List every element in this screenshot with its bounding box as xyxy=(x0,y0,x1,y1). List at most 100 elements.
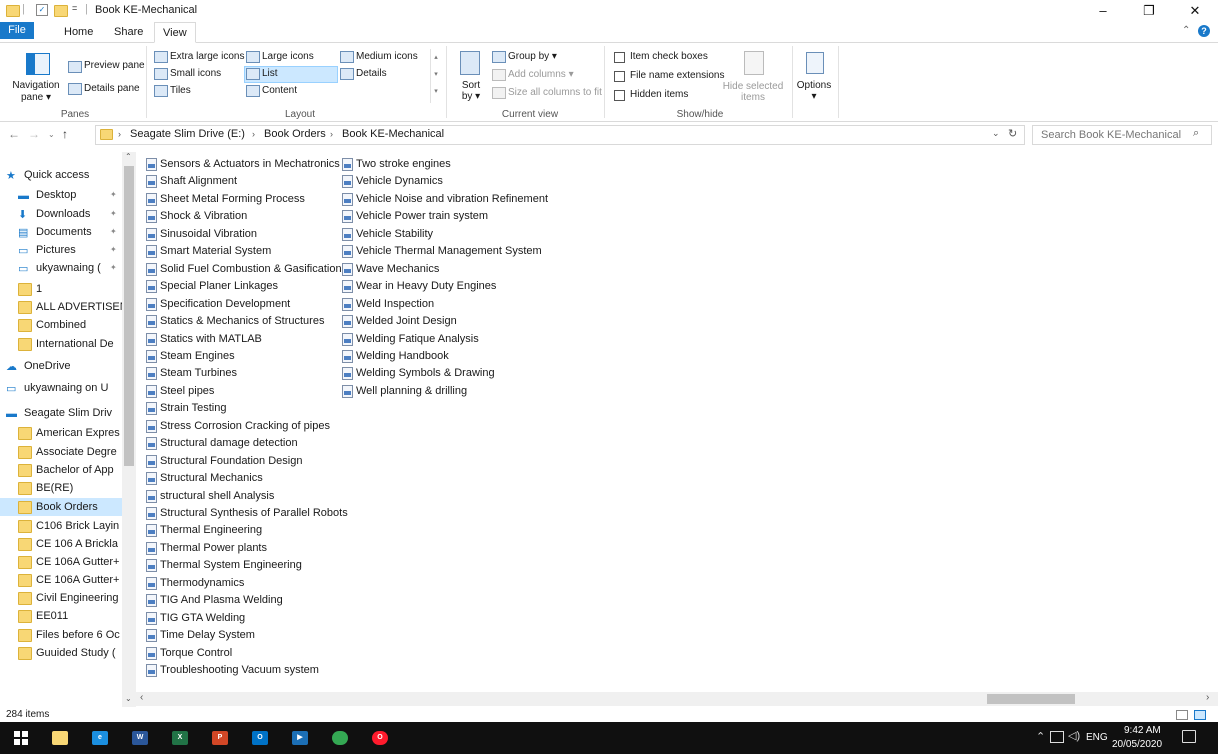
nav-item[interactable]: Bachelor of App xyxy=(0,461,122,479)
details-option[interactable]: Details xyxy=(356,68,387,79)
sort-by-button[interactable]: Sort by ▾ xyxy=(454,80,488,102)
breadcrumb-item[interactable]: Seagate Slim Drive (E:) xyxy=(130,128,245,140)
list-option[interactable]: List xyxy=(262,68,278,79)
address-dropdown-icon[interactable]: ⌄ xyxy=(992,128,1000,139)
nav-item[interactable]: ▭ ukyawnaing on U xyxy=(0,379,122,397)
start-button[interactable] xyxy=(14,731,28,745)
new-folder-icon[interactable] xyxy=(54,5,68,17)
forward-button[interactable]: → xyxy=(28,127,40,141)
volume-icon[interactable]: ◁) xyxy=(1068,729,1080,742)
small-icons-option[interactable]: Small icons xyxy=(170,68,221,79)
tab-view[interactable]: View xyxy=(154,22,196,43)
large-icons-option[interactable]: Large icons xyxy=(262,51,314,62)
media-player-icon[interactable]: ▶ xyxy=(292,731,308,745)
properties-icon[interactable]: ✓ xyxy=(36,4,48,16)
back-button[interactable]: ← xyxy=(8,127,20,141)
nav-item[interactable]: Civil Engineering xyxy=(0,589,122,607)
nav-item[interactable]: ▬ Seagate Slim Driv xyxy=(0,404,122,422)
nav-item[interactable]: BE(RE) xyxy=(0,479,122,497)
tab-file[interactable]: File xyxy=(0,22,34,39)
preview-pane-button[interactable]: Preview pane xyxy=(84,60,145,71)
options-button[interactable]: Options ▾ xyxy=(794,80,834,102)
recent-locations-button[interactable]: ⌄ xyxy=(48,130,55,139)
excel-icon[interactable]: X xyxy=(172,731,188,745)
add-columns-button[interactable]: Add columns ▾ xyxy=(508,69,574,80)
scrollbar-thumb[interactable] xyxy=(124,166,134,466)
preview-pane-icon xyxy=(68,61,82,73)
hide-selected-items-button[interactable]: Hide selected items xyxy=(720,81,786,103)
scroll-down-icon[interactable]: ⌄ xyxy=(125,694,132,703)
breadcrumb-item[interactable]: Book Orders xyxy=(264,128,326,140)
search-box[interactable]: Search Book KE-Mechanical ⌕ xyxy=(1032,125,1212,145)
nav-item[interactable]: Files before 6 Oc xyxy=(0,626,122,644)
nav-item[interactable]: American Expres xyxy=(0,424,122,442)
network-icon[interactable] xyxy=(1050,731,1064,743)
nav-item[interactable]: EE011 xyxy=(0,607,122,625)
extra-large-icons-option[interactable]: Extra large icons xyxy=(170,51,244,62)
collapse-ribbon-icon[interactable]: ⌃ xyxy=(1182,25,1190,36)
maximize-button[interactable]: ❐ xyxy=(1126,0,1172,22)
word-icon[interactable]: W xyxy=(132,731,148,745)
navigation-pane-button[interactable]: Navigation pane ▾ xyxy=(4,80,68,104)
nav-item[interactable]: 1 xyxy=(0,280,122,298)
address-bar[interactable]: › Seagate Slim Drive (E:) › Book Orders … xyxy=(95,125,1025,145)
nav-item[interactable]: CE 106 A Brickla xyxy=(0,535,122,553)
nav-item[interactable]: Combined xyxy=(0,316,122,334)
refresh-icon[interactable]: ↻ xyxy=(1008,127,1017,140)
scrollbar-thumb[interactable] xyxy=(987,694,1075,704)
layout-scroll-buttons[interactable]: ▴ ▾ ▾ xyxy=(430,49,441,103)
file-explorer-icon[interactable] xyxy=(52,731,68,745)
minimize-button[interactable]: – xyxy=(1080,0,1126,22)
scroll-up-icon[interactable]: ⌃ xyxy=(125,152,132,161)
file-list-horizontal-scrollbar[interactable]: ‹ › xyxy=(136,692,1218,706)
hidden-items-checkbox[interactable] xyxy=(614,90,625,101)
group-by-button[interactable]: Group by ▾ xyxy=(508,51,557,62)
search-icon[interactable]: ⌕ xyxy=(1193,127,1199,140)
nav-item[interactable]: CE 106A Gutter+ xyxy=(0,553,122,571)
clock-time[interactable]: 9:42 AM xyxy=(1124,725,1161,736)
nav-item[interactable]: ★ Quick access xyxy=(0,166,122,184)
nav-item[interactable]: ALL ADVERTISEN xyxy=(0,298,122,316)
chrome-icon[interactable] xyxy=(332,731,348,745)
details-view-icon[interactable] xyxy=(1176,710,1188,720)
tab-home[interactable]: Home xyxy=(56,22,101,42)
show-hidden-icons[interactable]: ⌃ xyxy=(1036,730,1045,743)
nav-item[interactable]: ▤ Documents ✦ xyxy=(0,223,122,241)
large-icons-view-icon[interactable] xyxy=(1194,710,1206,720)
up-button[interactable]: ↑ xyxy=(62,127,68,141)
action-center-icon[interactable] xyxy=(1182,730,1196,743)
nav-item[interactable]: Associate Degre xyxy=(0,443,122,461)
nav-item[interactable]: Book Orders xyxy=(0,498,122,516)
help-icon[interactable]: ? xyxy=(1198,25,1210,37)
nav-item[interactable]: Guuided Study ( xyxy=(0,644,122,662)
search-input[interactable]: Search Book KE-Mechanical xyxy=(1041,129,1181,141)
size-all-columns-button[interactable]: Size all columns to fit xyxy=(508,87,602,98)
navigation-pane-scrollbar[interactable]: ⌃ ⌄ xyxy=(122,152,136,707)
nav-item[interactable]: ▭ ukyawnaing (✦ xyxy=(0,259,122,277)
item-check-boxes-checkbox[interactable] xyxy=(614,52,625,63)
tab-share[interactable]: Share xyxy=(106,22,151,42)
nav-item[interactable]: C106 Brick Layin xyxy=(0,517,122,535)
file-name-extensions-checkbox[interactable] xyxy=(614,71,625,82)
nav-item[interactable]: International De xyxy=(0,335,122,353)
breadcrumb-item[interactable]: Book KE-Mechanical xyxy=(342,128,444,140)
nav-item[interactable]: ▬ Desktop ✦ xyxy=(0,186,122,204)
language-indicator[interactable]: ENG xyxy=(1086,732,1108,743)
scroll-left-icon[interactable]: ‹ xyxy=(140,692,143,703)
nav-item[interactable]: ☁ OneDrive xyxy=(0,357,122,375)
nav-item[interactable]: CE 106A Gutter+ xyxy=(0,571,122,589)
content-option[interactable]: Content xyxy=(262,85,297,96)
tiles-option[interactable]: Tiles xyxy=(170,85,191,96)
nav-item[interactable]: ⬇ Downloads ✦ xyxy=(0,205,122,223)
clock-date[interactable]: 20/05/2020 xyxy=(1112,739,1162,750)
medium-icons-option[interactable]: Medium icons xyxy=(356,51,418,62)
opera-icon[interactable]: O xyxy=(372,731,388,745)
close-button[interactable]: ✕ xyxy=(1172,0,1218,22)
details-pane-button[interactable]: Details pane xyxy=(84,83,140,94)
quick-access-dropdown-icon[interactable]: = xyxy=(72,3,77,13)
nav-item[interactable]: ▭ Pictures ✦ xyxy=(0,241,122,259)
outlook-icon[interactable]: O xyxy=(252,731,268,745)
powerpoint-icon[interactable]: P xyxy=(212,731,228,745)
scroll-right-icon[interactable]: › xyxy=(1206,692,1209,703)
internet-explorer-icon[interactable]: e xyxy=(92,731,108,745)
